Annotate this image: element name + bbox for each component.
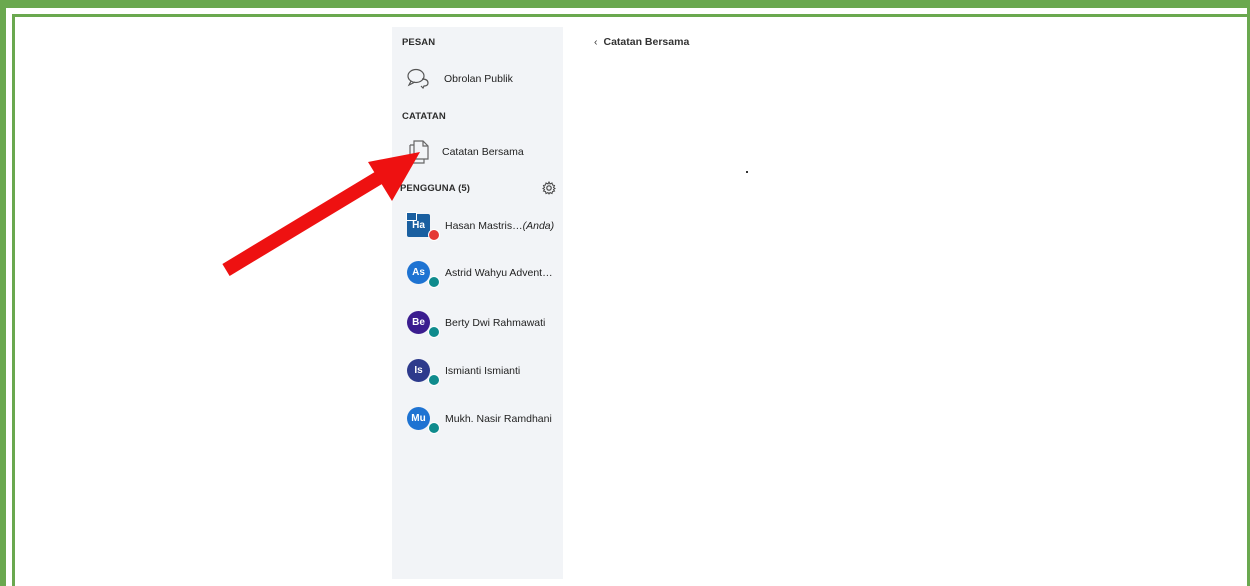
annotation-arrow bbox=[222, 152, 420, 276]
arrow-shaft bbox=[222, 171, 384, 276]
